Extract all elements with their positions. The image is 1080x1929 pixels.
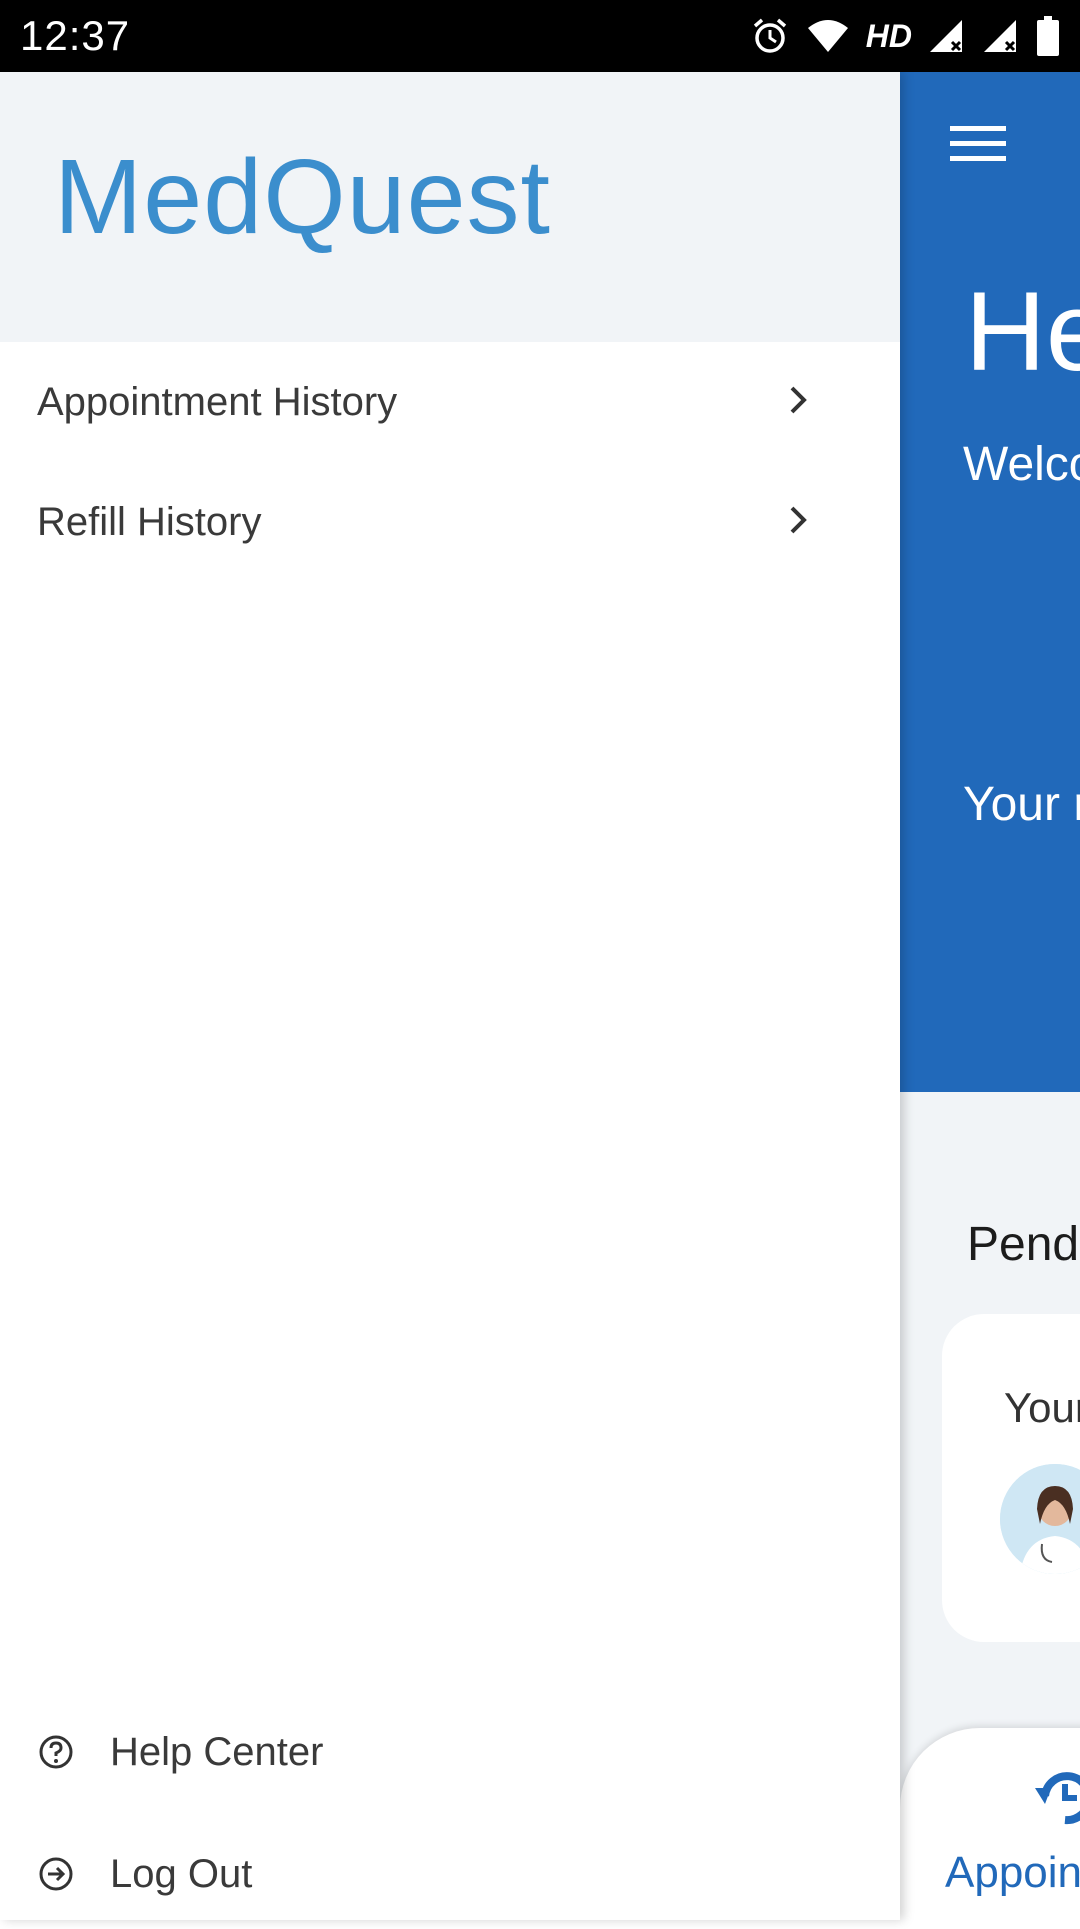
battery-icon xyxy=(1036,16,1060,56)
status-icons: HD xyxy=(750,16,1060,56)
drawer-item-label: Refill History xyxy=(37,499,262,544)
pending-card[interactable]: Your xyxy=(942,1314,1080,1642)
doctor-avatar xyxy=(1000,1464,1080,1574)
help-center-item[interactable]: Help Center xyxy=(0,1697,900,1807)
app-logo: MedQuest xyxy=(54,138,552,256)
bottom-nav: Appoin xyxy=(900,1728,1080,1920)
appointment-history-icon[interactable] xyxy=(1035,1766,1080,1832)
navigation-drawer: MedQuest Appointment History Refill Hist… xyxy=(0,72,900,1920)
drawer-header: MedQuest xyxy=(0,72,900,342)
help-center-label: Help Center xyxy=(110,1729,324,1774)
main-screen: He Welco Your r Pend Your Appoin xyxy=(900,72,1080,1920)
drawer-item-appointment-history[interactable]: Appointment History xyxy=(0,342,900,462)
chevron-right-icon xyxy=(790,386,807,414)
logout-arrow-icon xyxy=(39,1857,73,1891)
status-time: 12:37 xyxy=(20,12,131,59)
signal-icon xyxy=(928,18,966,54)
hd-label: HD xyxy=(865,17,912,54)
drawer-item-refill-history[interactable]: Refill History xyxy=(0,462,900,582)
status-bar: 12:37 HD xyxy=(0,0,1080,72)
card-text: Your xyxy=(1004,1384,1080,1431)
help-circle-icon xyxy=(39,1735,73,1769)
alarm-icon xyxy=(750,16,790,56)
signal-icon xyxy=(982,18,1020,54)
hero-curve xyxy=(900,1371,1080,1546)
pending-section-title: Pend xyxy=(967,1218,1080,1271)
bottom-nav-label[interactable]: Appoin xyxy=(945,1848,1080,1898)
log-out-label: Log Out xyxy=(110,1851,253,1896)
wifi-icon xyxy=(806,18,850,54)
drawer-item-label: Appointment History xyxy=(37,379,398,424)
chevron-right-icon xyxy=(790,506,807,534)
log-out-item[interactable]: Log Out xyxy=(0,1819,900,1929)
